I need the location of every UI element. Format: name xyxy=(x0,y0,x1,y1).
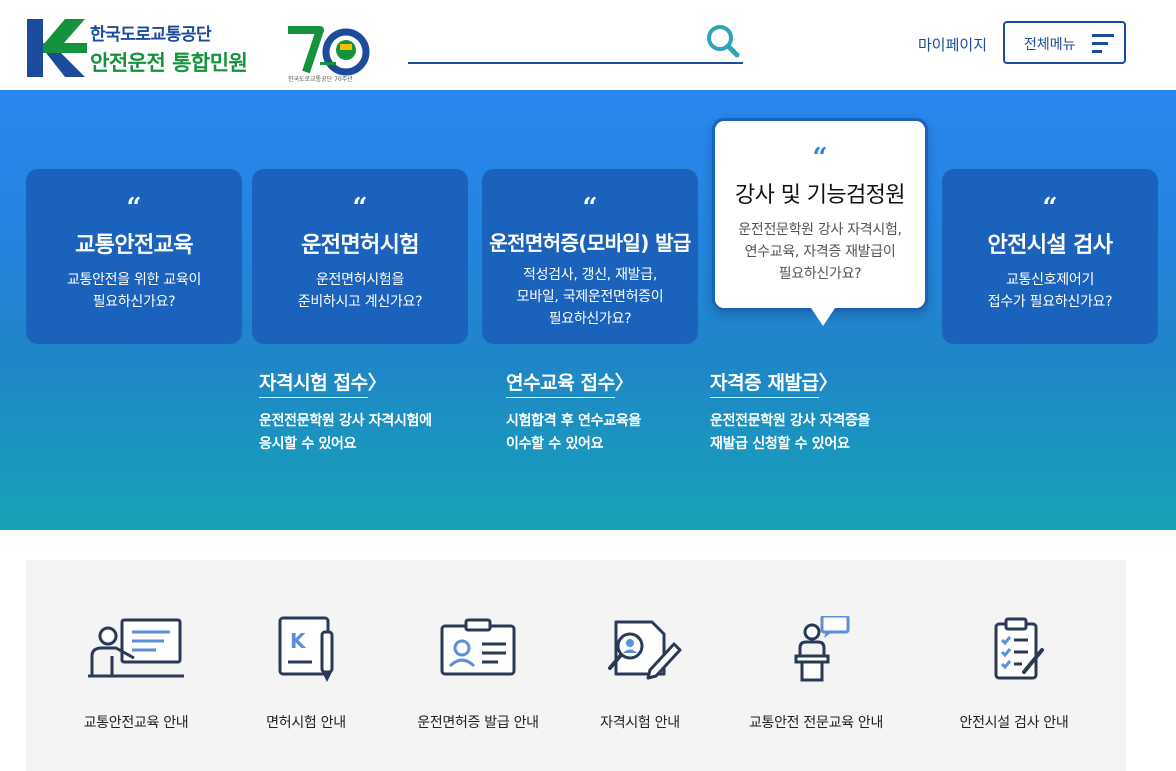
quick-item-safety-facility[interactable]: 안전시설 검사 안내 xyxy=(924,616,1104,736)
teacher-board-icon xyxy=(88,618,184,678)
quick-item-label: 면허시험 안내 xyxy=(266,715,346,731)
card-instructor-examiner[interactable]: “ 강사 및 기능검정원 운전전문학원 강사 자격시험, 연수교육, 자격증 재… xyxy=(712,118,928,326)
card-title: 운전면허시험 xyxy=(301,233,419,258)
search-icon[interactable] xyxy=(705,22,741,60)
license-exam-icon: K xyxy=(278,616,334,682)
chevron-right-icon: 〉 xyxy=(818,372,838,394)
quote-icon: “ xyxy=(352,193,368,223)
quote-icon: “ xyxy=(126,193,142,223)
org-name: 한국도로교통공단 xyxy=(90,25,212,45)
sub-link-training[interactable]: 연수교육 접수〉 시험합격 후 연수교육을 이수할 수 있어요 xyxy=(506,368,641,456)
quick-menu: 교통안전교육 안내 K 면허시험 안내 운전면허증 발급 안내 자격시험 안내 … xyxy=(26,560,1126,771)
search-bar xyxy=(408,22,743,64)
quick-item-label: 교통안전 전문교육 안내 xyxy=(748,715,884,731)
quick-item-professional-education[interactable]: 교통안전 전문교육 안내 xyxy=(726,616,906,736)
quote-icon: “ xyxy=(1042,193,1058,223)
quick-item-label: 운전면허증 발급 안내 xyxy=(417,715,539,731)
card-safety-facility-inspection[interactable]: “ 안전시설 검사 교통신호제어기 접수가 필요하신가요? xyxy=(942,169,1158,344)
koroad-logo[interactable] xyxy=(27,19,87,77)
mypage-link[interactable]: 마이페이지 xyxy=(918,34,987,55)
quick-item-label: 자격시험 안내 xyxy=(600,715,680,731)
sub-link-title: 연수교육 접수 xyxy=(506,368,615,398)
site-name[interactable]: 안전운전 통합민원 xyxy=(90,47,248,77)
certificate-exam-icon xyxy=(608,620,682,680)
speech-bubble-tail xyxy=(811,308,835,326)
card-desc: 교통신호제어기 접수가 필요하신가요? xyxy=(987,272,1113,310)
card-title: 안전시설 검사 xyxy=(987,233,1114,258)
checklist-clipboard-icon xyxy=(994,617,1044,680)
card-title: 운전면허증(모바일) 발급 xyxy=(489,231,691,255)
card-title: 교통안전교육 xyxy=(75,233,193,258)
sub-link-qualification-exam[interactable]: 자격시험 접수〉 운전전문학원 강사 자격시험에 응시할 수 있어요 xyxy=(259,368,432,456)
card-title: 강사 및 기능검정원 xyxy=(735,183,906,208)
all-menu-button[interactable]: 전체메뉴 xyxy=(1003,21,1126,64)
sub-link-title: 자격시험 접수 xyxy=(259,368,368,398)
quick-item-license-exam[interactable]: K 면허시험 안내 xyxy=(216,616,396,736)
site-header: 한국도로교통공단 안전운전 통합민원 한국도로교통공단 70주년 마이페이지 전… xyxy=(0,0,1176,90)
card-desc: 운전면허시험을 준비하시고 계신가요? xyxy=(297,272,423,310)
sub-link-desc: 운전전문학원 강사 자격시험에 응시할 수 있어요 xyxy=(259,413,432,452)
id-card-icon xyxy=(440,618,516,676)
quick-item-label: 안전시설 검사 안내 xyxy=(959,715,1069,731)
quote-icon: “ xyxy=(582,193,598,223)
quick-item-license-issuance[interactable]: 운전면허증 발급 안내 xyxy=(388,616,568,736)
quick-item-label: 교통안전교육 안내 xyxy=(83,715,189,731)
svg-text:K: K xyxy=(290,629,307,653)
all-menu-label: 전체메뉴 xyxy=(1024,37,1076,53)
card-desc: 적성검사, 갱신, 재발급, 모바일, 국제운전면허증이 필요하신가요? xyxy=(516,267,664,327)
sub-link-desc: 시험합격 후 연수교육을 이수할 수 있어요 xyxy=(506,413,641,452)
chevron-right-icon: 〉 xyxy=(614,372,634,394)
anniversary-caption: 한국도로교통공단 70주년 xyxy=(288,76,353,83)
search-input[interactable] xyxy=(408,22,698,60)
sub-link-title: 자격증 재발급 xyxy=(710,368,819,398)
card-desc: 교통안전을 위한 교육이 필요하신가요? xyxy=(66,272,202,310)
card-license-issuance[interactable]: “ 운전면허증(모바일) 발급 적성검사, 갱신, 재발급, 모바일, 국제운전… xyxy=(482,169,698,344)
sub-link-desc: 운전전문학원 강사 자격증을 재발급 신청할 수 있어요 xyxy=(710,413,871,452)
hero-section: “ 교통안전교육 교통안전을 위한 교육이 필요하신가요? “ 운전면허시험 운… xyxy=(0,90,1176,530)
chevron-right-icon: 〉 xyxy=(367,372,387,394)
card-desc: 운전전문학원 강사 자격시험, 연수교육, 자격증 재발급이 필요하신가요? xyxy=(738,222,902,282)
quick-item-traffic-education[interactable]: 교통안전교육 안내 xyxy=(46,616,226,736)
lecturer-podium-icon xyxy=(794,616,850,682)
quick-item-qualification-exam[interactable]: 자격시험 안내 xyxy=(550,616,730,736)
sub-link-reissue[interactable]: 자격증 재발급〉 운전전문학원 강사 자격증을 재발급 신청할 수 있어요 xyxy=(710,368,870,456)
hamburger-icon xyxy=(1092,34,1114,53)
quote-icon: “ xyxy=(812,143,828,173)
card-driving-license-exam[interactable]: “ 운전면허시험 운전면허시험을 준비하시고 계신가요? xyxy=(252,169,468,344)
card-traffic-safety-education[interactable]: “ 교통안전교육 교통안전을 위한 교육이 필요하신가요? xyxy=(26,169,242,344)
